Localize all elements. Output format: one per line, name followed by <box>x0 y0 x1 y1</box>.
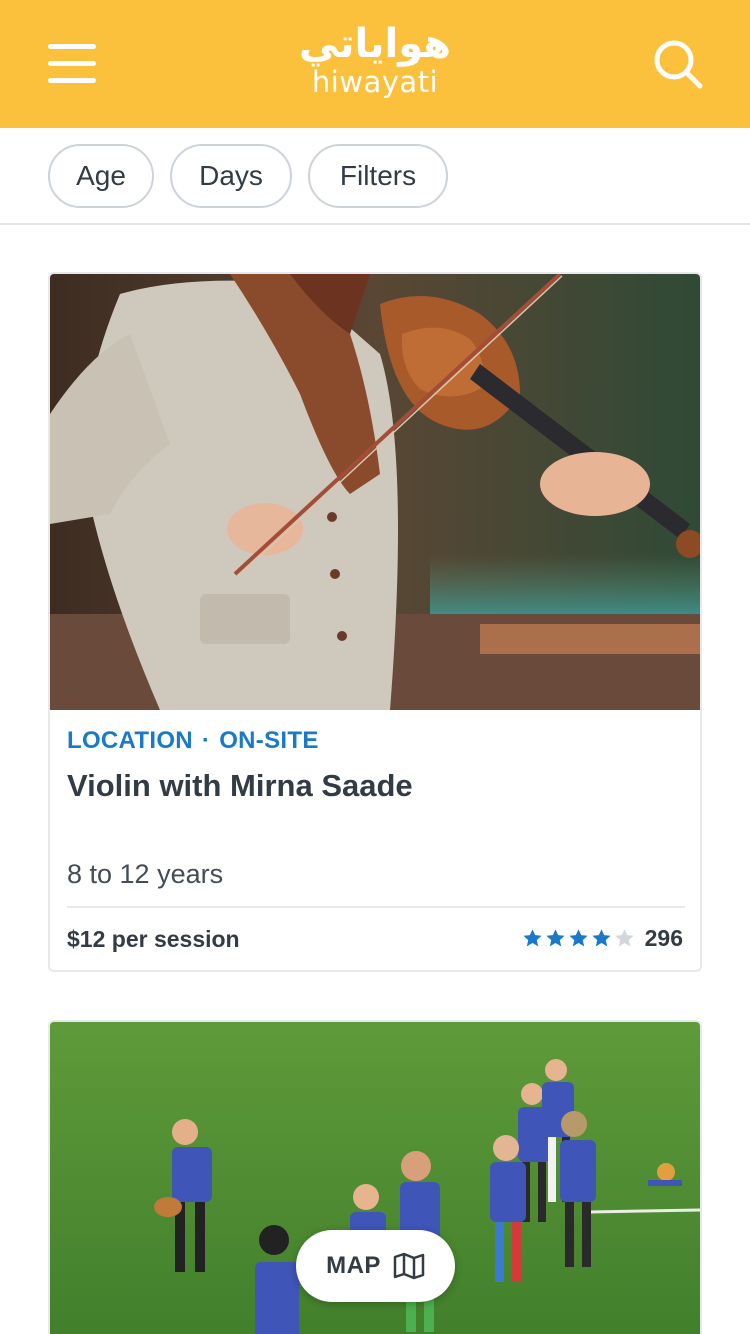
violin-player-photo <box>50 274 700 710</box>
location-text: LOCATION <box>67 727 193 754</box>
map-icon <box>393 1252 425 1280</box>
star-filled-icon <box>523 928 542 946</box>
star-empty-icon <box>615 928 634 946</box>
listing-title[interactable]: Violin with Mirna Saade <box>67 768 413 804</box>
location-label: LOCATION · ON-SITE <box>67 727 319 755</box>
logo-arabic-text: هواياتي <box>298 21 452 67</box>
review-count: 296 <box>644 924 683 951</box>
days-filter-button[interactable]: Days <box>170 144 292 208</box>
logo-latin-text: hiwayati <box>311 65 439 99</box>
age-filter-button[interactable]: Age <box>48 144 154 208</box>
rating-stars <box>522 928 637 949</box>
card-divider <box>67 906 685 908</box>
app-logo[interactable]: هواياتي hiwayati <box>290 18 460 114</box>
mode-text: ON-SITE <box>219 727 319 754</box>
app-header: هواياتي hiwayati <box>0 0 750 128</box>
separator-dot: · <box>201 727 211 754</box>
price-label: $12 per session <box>67 926 240 952</box>
star-filled-icon <box>546 928 565 946</box>
map-button[interactable]: MAP <box>296 1230 455 1302</box>
star-filled-icon <box>592 928 611 946</box>
filters-button[interactable]: Filters <box>308 144 448 208</box>
filter-bar: Age Days Filters <box>0 128 750 225</box>
listing-card[interactable]: LOCATION · ON-SITE Violin with Mirna Saa… <box>48 272 702 972</box>
search-icon[interactable] <box>652 38 704 90</box>
rating: 296 <box>522 922 683 954</box>
star-filled-icon <box>569 928 588 946</box>
menu-icon[interactable] <box>48 44 96 84</box>
age-range: 8 to 12 years <box>67 859 224 889</box>
map-button-label: MAP <box>326 1252 381 1279</box>
